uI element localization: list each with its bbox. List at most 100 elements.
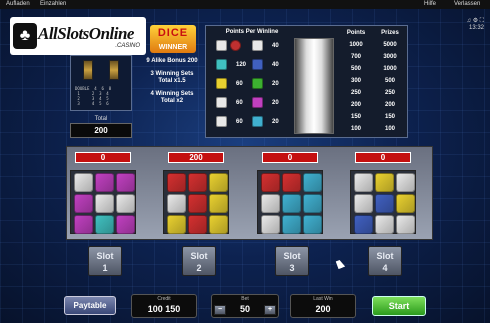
prize-cell: 100: [384, 126, 395, 132]
paytable-button[interactable]: Paytable: [64, 296, 116, 315]
start-button[interactable]: Start: [372, 296, 426, 316]
bonus-item: 9 Alike Bonus 200: [146, 58, 198, 64]
points-value: 20: [272, 119, 279, 125]
points-cell: 150: [350, 114, 361, 120]
die-icon: [209, 215, 228, 234]
game-logo-line1: DICE: [157, 27, 189, 39]
die-icon: [261, 173, 280, 192]
bonus-item: 4 Winning Sets Total x2: [150, 91, 194, 104]
slot-3-button[interactable]: Slot 3: [275, 246, 309, 276]
die-icon: [209, 194, 228, 213]
points-value: 60: [236, 119, 243, 125]
die-icon: [396, 215, 415, 234]
die-icon: [216, 78, 227, 89]
reel-graphic: [294, 38, 334, 134]
die-icon: [216, 116, 227, 127]
die-icon: [282, 194, 301, 213]
slot-label: Slot: [376, 251, 394, 261]
die-icon: [375, 173, 394, 192]
top-menu-bar: Aufladen Einzahlen Hilfe Verlassen: [0, 0, 490, 9]
slot-label: Slot: [96, 251, 114, 261]
reel-2-win: 200: [168, 152, 224, 163]
die-icon: [375, 194, 394, 213]
points-value: 120: [236, 62, 247, 68]
prize-cell: 1000: [383, 66, 397, 72]
menu-einzahlen[interactable]: Einzahlen: [40, 1, 66, 7]
die-icon: [188, 173, 207, 192]
die-icon: [282, 173, 301, 192]
die-icon: [116, 194, 135, 213]
slot-1-button[interactable]: Slot 1: [88, 246, 122, 276]
slot-label: Slot: [190, 251, 208, 261]
bet-label: Bet: [241, 296, 249, 302]
menu-hilfe[interactable]: Hilfe: [424, 1, 436, 7]
die-icon: [167, 173, 186, 192]
die-icon: [95, 194, 114, 213]
die-icon: [167, 215, 186, 234]
last-win-label: Last Win: [313, 296, 333, 302]
bet-decrease-button[interactable]: −: [214, 305, 226, 315]
menu-aufladen[interactable]: Aufladen: [6, 1, 30, 7]
points-cell: 100: [350, 126, 361, 132]
die-icon: [95, 215, 114, 234]
reel-4-win: 0: [355, 152, 411, 163]
double-table: DOUBLE 4 6 8 1 2 3 4 2 3 4 5 3 4 5 6: [75, 86, 112, 106]
slot-number: 2: [196, 263, 202, 273]
points-cell: 700: [350, 54, 361, 60]
credit-label: Credit: [157, 296, 171, 302]
die-icon: [95, 173, 114, 192]
points-value: 60: [236, 81, 243, 87]
prize-cell: 150: [384, 114, 395, 120]
points-value: 40: [272, 62, 279, 68]
bet-increase-button[interactable]: +: [264, 305, 276, 315]
die-icon: [252, 97, 263, 108]
status-icons: ♫ ⚙ ⛶: [466, 18, 484, 24]
die-icon: [252, 40, 263, 51]
credit-display: Credit 100 150: [131, 294, 197, 318]
points-value: 40: [272, 43, 279, 49]
die-icon: [216, 59, 227, 70]
slot-number: 3: [289, 263, 295, 273]
points-cell: 300: [350, 78, 361, 84]
points-cell: 1000: [349, 42, 363, 48]
die-icon: [216, 97, 227, 108]
bonus-list: 9 Alike Bonus 200 3 Winning Sets Total x…: [145, 58, 199, 111]
points-cell: 200: [350, 102, 361, 108]
die-icon: [261, 194, 280, 213]
die-icon: [116, 215, 135, 234]
clock-time: 13:32: [468, 25, 484, 31]
menu-verlassen[interactable]: Verlassen: [454, 1, 480, 7]
die-icon: [303, 194, 322, 213]
credit-value: 100 150: [147, 304, 181, 314]
points-per-winline-title: Points Per Winline: [225, 29, 279, 35]
die-icon: [354, 215, 373, 234]
paytable-panel: Points Per Winline 120 60 60 60 40 40 20…: [205, 25, 408, 138]
logo-sub: .CASINO: [115, 43, 140, 49]
die-icon: [74, 194, 93, 213]
total-label: Total: [94, 116, 108, 122]
die-icon: [252, 78, 263, 89]
game-logo-line2: WINNER: [158, 44, 188, 51]
die-icon: [252, 59, 263, 70]
gauge-right: [109, 60, 119, 80]
die-icon: [282, 215, 301, 234]
prize-cell: 3000: [383, 54, 397, 60]
die-icon: [303, 173, 322, 192]
slot-4-button[interactable]: Slot 4: [368, 246, 402, 276]
points-value: 60: [236, 100, 243, 106]
logo-name: AllSlotsOnline: [38, 24, 134, 43]
prize-cell: 200: [384, 102, 395, 108]
die-icon: [261, 215, 280, 234]
slot-2-button[interactable]: Slot 2: [182, 246, 216, 276]
die-icon: [188, 194, 207, 213]
clock: ♫ ⚙ ⛶ 13:32: [467, 18, 484, 32]
gauge-left: [83, 60, 93, 80]
die-icon: [167, 194, 186, 213]
die-icon: [74, 215, 93, 234]
points-value: 20: [272, 81, 279, 87]
double-panel: DOUBLE 4 6 8 1 2 3 4 2 3 4 5 3 4 5 6: [70, 55, 132, 111]
die-icon: [396, 173, 415, 192]
reel-4: [350, 170, 416, 234]
bonus-item: 3 Winning Sets Total x1.5: [150, 71, 194, 84]
total-value: 200: [70, 123, 132, 138]
